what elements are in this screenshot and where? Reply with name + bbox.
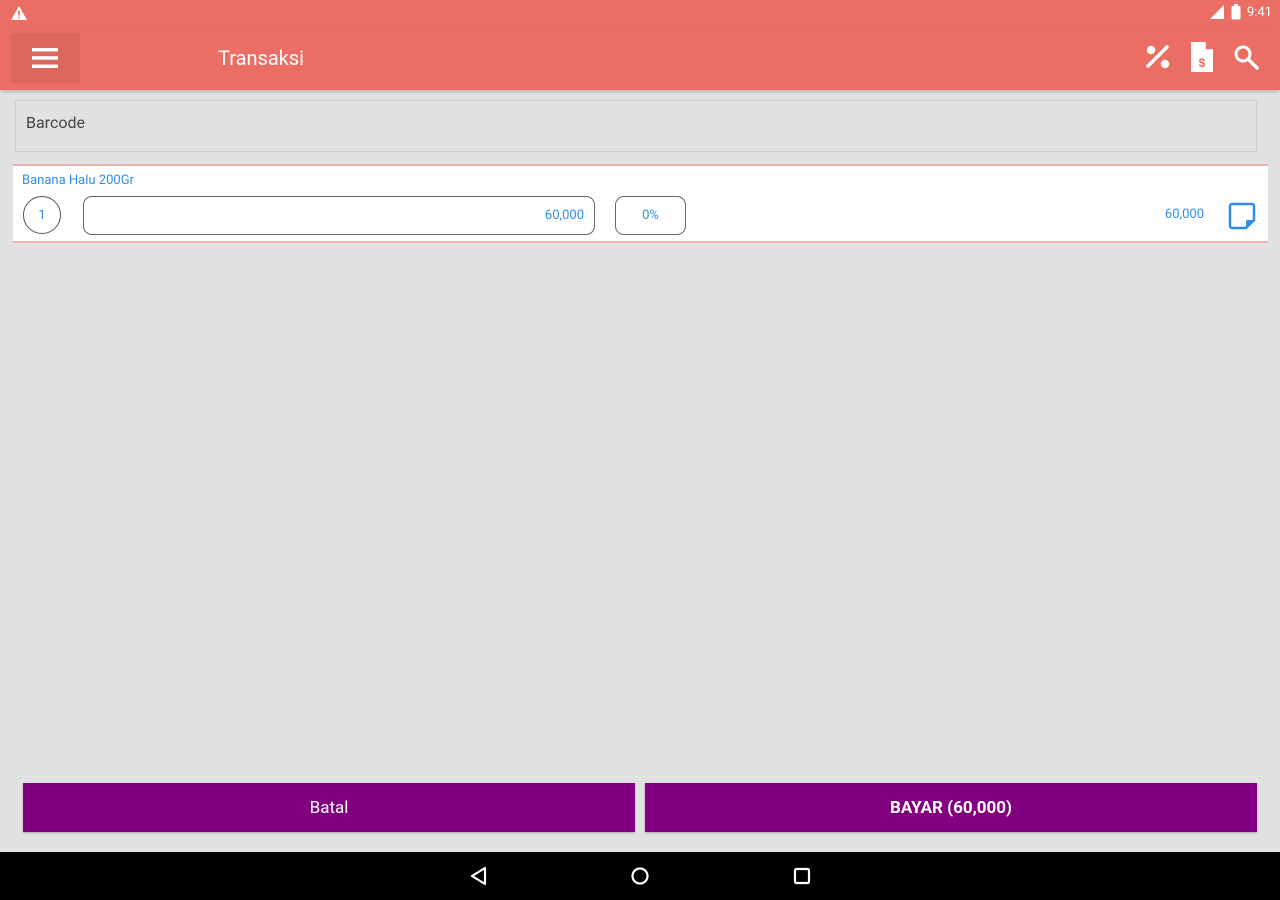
discount-field[interactable]: 0% — [615, 196, 686, 235]
invoice-button[interactable]: $ — [1186, 40, 1218, 74]
app-bar: Transaksi $ — [0, 26, 1280, 90]
page-title: Transaksi — [218, 46, 305, 70]
svg-text:$: $ — [1199, 56, 1206, 70]
search-icon — [1234, 45, 1259, 70]
home-icon[interactable] — [628, 864, 652, 888]
discount-icon — [1146, 45, 1170, 69]
discount-button[interactable] — [1142, 40, 1174, 74]
quantity-value: 1 — [38, 207, 46, 223]
back-icon[interactable] — [467, 864, 491, 888]
barcode-field — [15, 100, 1257, 152]
status-icons: 9:41 — [1209, 4, 1272, 20]
status-time: 9:41 — [1246, 4, 1272, 20]
note-button[interactable] — [1228, 202, 1256, 230]
cancel-button[interactable]: Batal — [23, 783, 635, 832]
warning-icon — [11, 6, 27, 20]
transaction-item: Banana Halu 200Gr 1 60,000 0% 60,000 — [13, 164, 1268, 243]
battery-icon — [1231, 4, 1241, 20]
price-field[interactable]: 60,000 — [83, 196, 595, 235]
item-subtotal: 60,000 — [1164, 207, 1204, 222]
quantity-button[interactable]: 1 — [23, 196, 61, 234]
note-edit-icon — [1228, 202, 1256, 230]
signal-icon — [1209, 5, 1224, 19]
barcode-input[interactable] — [16, 101, 1256, 151]
search-button[interactable] — [1230, 40, 1262, 74]
status-bar: 9:41 — [0, 0, 1280, 26]
price-value: 60,000 — [544, 208, 584, 223]
navigation-bar — [0, 852, 1280, 900]
pay-button[interactable]: BAYAR (60,000) — [645, 783, 1257, 832]
menu-button[interactable] — [10, 33, 80, 83]
app-bar-actions: $ — [1142, 40, 1262, 74]
invoice-icon: $ — [1191, 42, 1213, 72]
recents-icon[interactable] — [790, 864, 814, 888]
menu-icon — [32, 48, 58, 68]
discount-value: 0% — [642, 208, 659, 223]
item-name: Banana Halu 200Gr — [22, 173, 134, 188]
